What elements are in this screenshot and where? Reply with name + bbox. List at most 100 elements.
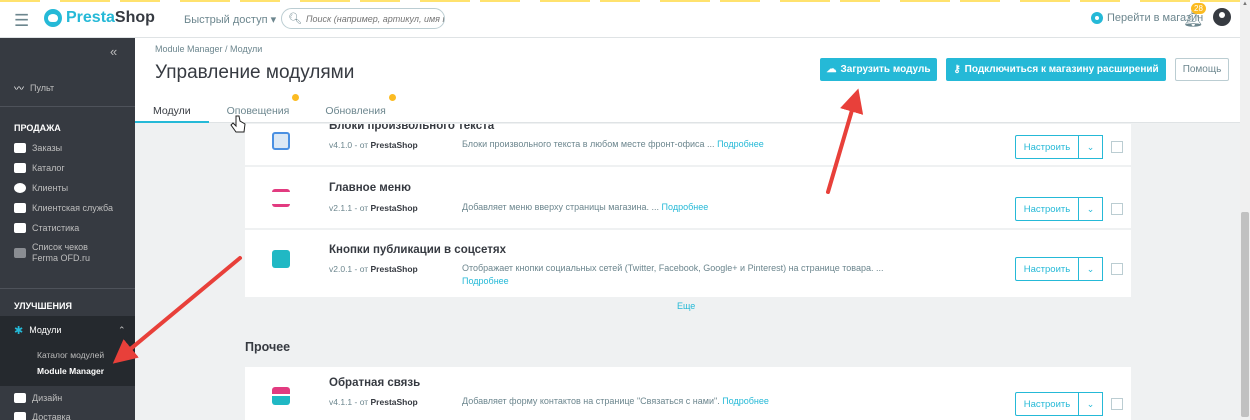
sidebar-item-ferma[interactable]: Список чеков Ferma OFD.ru (0, 242, 120, 264)
top-bar: ☰ PrestaShop Быстрый доступ ▾ 🔍︎ Перейти… (0, 0, 1250, 38)
tab-modules[interactable]: Модули (135, 100, 209, 123)
notification-count-badge: 28 (1191, 3, 1206, 14)
module-checkbox[interactable] (1111, 141, 1123, 153)
sidebar-divider (0, 106, 135, 107)
tab-updates[interactable]: Обновления (307, 94, 403, 123)
quick-access-dropdown[interactable]: Быстрый доступ ▾ (184, 13, 276, 26)
contact-form-icon (272, 387, 290, 405)
tab-label: Оповещения (226, 105, 290, 117)
page-title: Управление модулями (155, 62, 355, 83)
chevron-down-icon[interactable]: ⌄ (1079, 197, 1103, 221)
key-icon: ⚷ (953, 64, 961, 75)
user-avatar-icon[interactable] (1213, 8, 1231, 26)
menu-hamburger-icon[interactable]: ☰ (14, 11, 29, 31)
module-version: v4.1.0 - от PrestaShop (329, 140, 418, 150)
chevron-down-icon[interactable]: ⌄ (1079, 135, 1103, 159)
module-checkbox[interactable] (1111, 203, 1123, 215)
configure-button[interactable]: Настроить (1015, 257, 1079, 281)
help-button[interactable]: Помощь (1175, 58, 1229, 81)
sidebar-item-orders[interactable]: Заказы (0, 143, 135, 153)
logo-text-pre: Presta (66, 9, 115, 26)
puzzle-icon: ✱ (14, 324, 24, 337)
module-version: v2.0.1 - от PrestaShop (329, 264, 418, 274)
section-title-other: Прочее (245, 340, 291, 354)
sidebar-item-label: Заказы (32, 143, 63, 153)
module-card: Главное меню v2.1.1 - от PrestaShop Доба… (245, 167, 1131, 229)
see-more-link[interactable]: Еще (677, 301, 695, 311)
monitor-icon (14, 393, 26, 403)
chevron-up-icon: ⌃ (118, 324, 126, 335)
tabs: Модули Оповещения Обновления (135, 94, 404, 123)
sidebar-item-dashboard[interactable]: 〰 Пульт (0, 80, 135, 96)
share-icon (272, 250, 290, 268)
connect-addons-button[interactable]: ⚷ Подключиться к магазину расширений (946, 58, 1166, 81)
module-description: Добавляет меню вверху страницы магазина.… (462, 201, 932, 214)
search-box[interactable]: 🔍︎ (281, 8, 445, 29)
module-actions: Настроить ⌄ (1015, 257, 1123, 281)
configure-button[interactable]: Настроить (1015, 392, 1079, 416)
tab-alerts[interactable]: Оповещения (209, 94, 308, 123)
module-desc-text: Блоки произвольного текста в любом месте… (462, 139, 718, 149)
configure-button[interactable]: Настроить (1015, 135, 1079, 159)
configure-button[interactable]: Настроить (1015, 197, 1079, 221)
module-more-link[interactable]: Подробнее (717, 139, 764, 149)
sidebar-item-label: Каталог (32, 163, 65, 173)
module-desc-text: Добавляет форму контактов на странице "С… (462, 396, 723, 406)
sidebar-item-catalog[interactable]: Каталог (0, 163, 135, 173)
module-name: Блоки произвольного текста (329, 124, 495, 132)
module-desc-text: Добавляет меню вверху страницы магазина.… (462, 202, 662, 212)
module-checkbox[interactable] (1111, 398, 1123, 410)
chevron-down-icon[interactable]: ⌄ (1079, 392, 1103, 416)
eye-icon (1091, 12, 1103, 24)
cloud-upload-icon: ☁ (826, 64, 837, 75)
sidebar-item-label: Статистика (32, 223, 80, 233)
sidebar-subitem-module-manager[interactable]: Module Manager (37, 366, 104, 376)
chevron-down-icon[interactable]: ⌄ (1079, 257, 1103, 281)
connect-addons-label: Подключиться к магазину расширений (964, 64, 1159, 75)
sidebar-item-shipping[interactable]: Доставка (0, 412, 135, 420)
module-desc-text: Отображает кнопки социальных сетей (Twit… (462, 263, 884, 273)
module-description: Отображает кнопки социальных сетей (Twit… (462, 262, 932, 288)
module-name: Главное меню (329, 182, 411, 194)
menu-icon (272, 189, 290, 207)
sidebar-divider (0, 288, 135, 289)
module-more-link[interactable]: Подробнее (462, 276, 509, 286)
upload-module-label: Загрузить модуль (840, 64, 931, 75)
collapse-sidebar-icon[interactable]: « (110, 44, 117, 59)
chat-icon (14, 203, 26, 213)
page-header: Module Manager / Модули Управление модул… (135, 38, 1240, 123)
store-icon (14, 163, 26, 173)
logo[interactable]: PrestaShop (44, 9, 155, 27)
sidebar-item-customer-service[interactable]: Клиентская служба (0, 203, 135, 213)
module-card: Обратная связь v4.1.1 - от PrestaShop До… (245, 367, 1131, 420)
module-version: v2.1.1 - от PrestaShop (329, 203, 418, 213)
scrollbar[interactable]: ▲ (1240, 0, 1250, 420)
sidebar-item-customers[interactable]: Клиенты (0, 183, 135, 193)
search-input[interactable] (305, 13, 444, 24)
sidebar-item-label: Список чеков Ferma OFD.ru (32, 242, 91, 263)
module-version-text: v4.1.1 - от (329, 397, 371, 407)
search-icon[interactable]: 🔍︎ (288, 12, 302, 25)
sidebar-section-improve: УЛУЧШЕНИЯ (14, 301, 72, 311)
cart-icon (14, 143, 26, 153)
sidebar-item-modules[interactable]: ✱ Модули ⌃ (0, 316, 135, 344)
scroll-up-icon[interactable]: ▲ (1242, 1, 1248, 7)
breadcrumb[interactable]: Module Manager / Модули (155, 44, 262, 54)
scrollbar-thumb[interactable] (1241, 212, 1249, 417)
sidebar-item-stats[interactable]: Статистика (0, 223, 135, 233)
text-block-icon (272, 132, 290, 150)
module-version-text: v4.1.0 - от (329, 140, 371, 150)
upload-module-button[interactable]: ☁ Загрузить модуль (820, 58, 937, 81)
sidebar-subitem-module-catalog[interactable]: Каталог модулей (37, 350, 104, 360)
module-version: v4.1.1 - от PrestaShop (329, 397, 418, 407)
module-checkbox[interactable] (1111, 263, 1123, 275)
module-more-link[interactable]: Подробнее (662, 202, 709, 212)
module-list: Блоки произвольного текста v4.1.0 - от P… (135, 124, 1240, 420)
sidebar-item-design[interactable]: Дизайн (0, 393, 135, 403)
module-description: Добавляет форму контактов на странице "С… (462, 395, 932, 408)
module-version-text: v2.1.1 - от (329, 203, 371, 213)
module-actions: Настроить ⌄ (1015, 392, 1123, 416)
module-actions: Настроить ⌄ (1015, 197, 1123, 221)
module-author: PrestaShop (370, 140, 418, 150)
module-more-link[interactable]: Подробнее (722, 396, 769, 406)
